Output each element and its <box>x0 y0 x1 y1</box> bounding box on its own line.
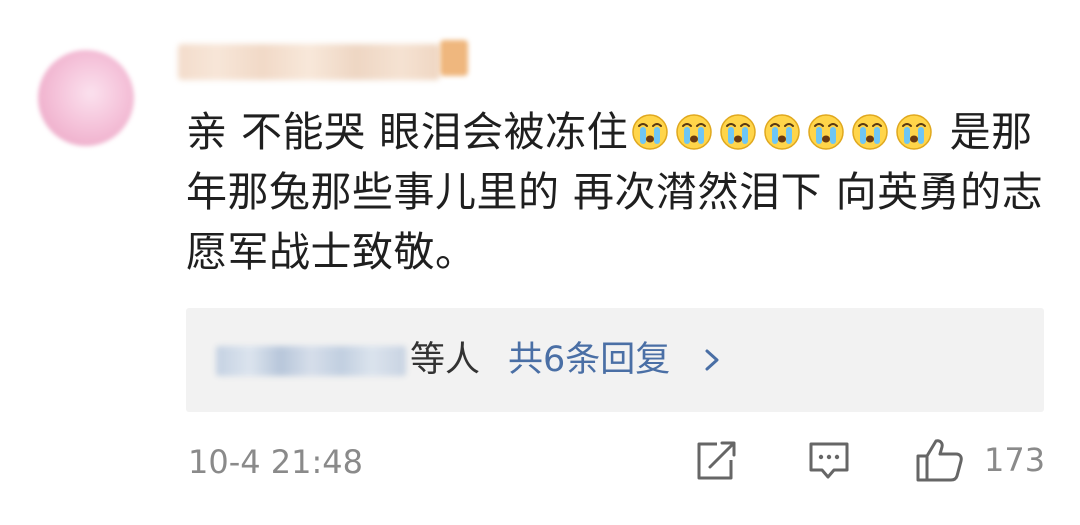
comment-button[interactable] <box>806 436 852 484</box>
crying-face-icon <box>632 114 668 150</box>
user-badge-icon <box>440 40 468 76</box>
crying-face-icon <box>764 114 800 150</box>
crying-emoji-row <box>628 108 936 156</box>
crying-face-icon <box>896 114 932 150</box>
like-button[interactable]: 173 <box>914 436 1054 484</box>
chevron-right-icon[interactable] <box>702 346 722 374</box>
replier-names-blurred <box>216 346 406 376</box>
crying-face-icon <box>808 114 844 150</box>
crying-face-icon <box>720 114 756 150</box>
crying-face-icon <box>852 114 888 150</box>
reply-suffix-label: 等人 <box>410 340 481 380</box>
like-count: 173 <box>984 441 1046 479</box>
replies-preview[interactable]: 等人 共6条回复 <box>186 308 1044 412</box>
crying-face-icon <box>676 114 712 150</box>
comment-icon <box>809 442 849 479</box>
view-replies-link[interactable]: 共6条回复 <box>508 338 670 382</box>
share-button[interactable] <box>693 436 737 484</box>
comment-timestamp: 10-4 21:48 <box>188 443 364 481</box>
avatar[interactable] <box>38 50 134 146</box>
comment-text: 亲 不能哭 眼泪会被冻住 是那年那兔那些事儿里的 再次潸然泪下 向英勇的志愿军战… <box>186 102 1046 282</box>
share-icon <box>697 441 736 480</box>
comment-card: 亲 不能哭 眼泪会被冻住 是那年那兔那些事儿里的 再次潸然泪下 向英勇的志愿军战… <box>0 0 1080 525</box>
comment-text-part1: 亲 不能哭 眼泪会被冻住 <box>186 108 629 156</box>
username-blurred[interactable] <box>178 44 440 80</box>
thumbs-up-icon <box>916 439 963 482</box>
